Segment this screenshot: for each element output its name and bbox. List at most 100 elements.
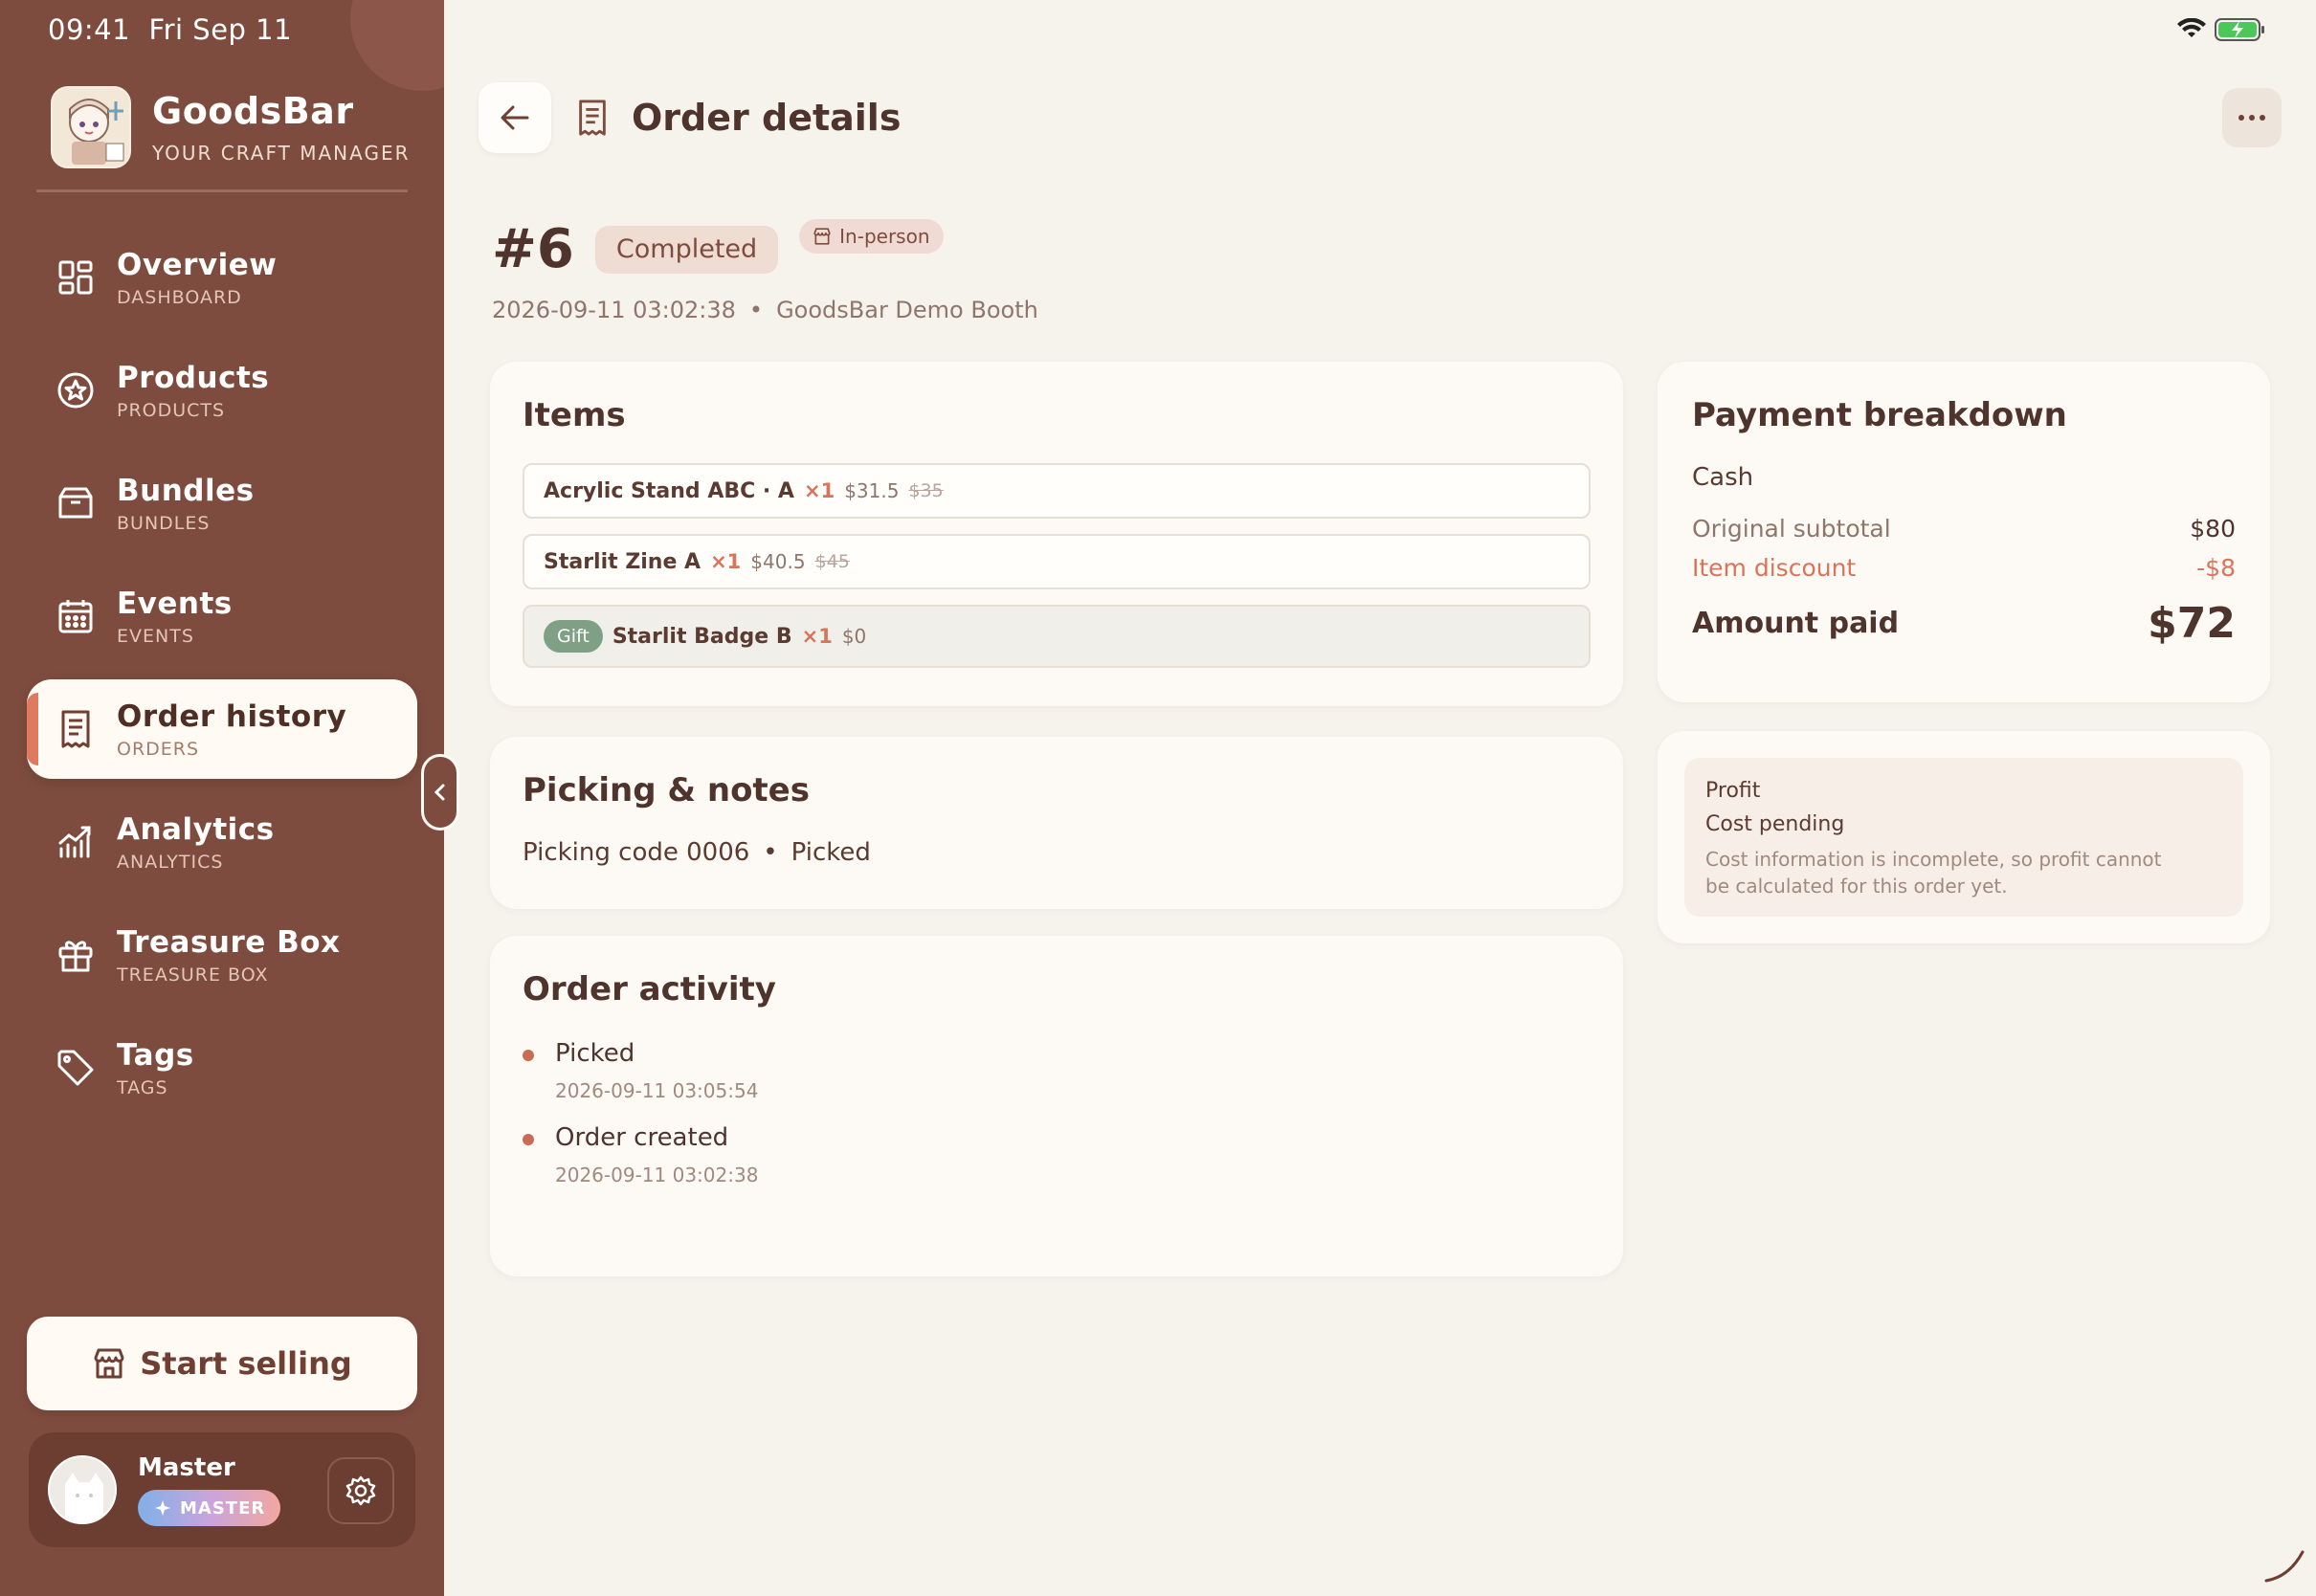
status-badge: Completed — [594, 225, 779, 274]
sidebar-item-tags[interactable]: Tags TAGS — [27, 1018, 417, 1118]
sidebar-item-overview[interactable]: Overview DASHBOARD — [27, 228, 417, 327]
picking-title: Picking & notes — [523, 771, 810, 809]
sidebar-item-sub: ORDERS — [117, 738, 200, 760]
role-badge: MASTER — [138, 1490, 281, 1526]
item-original-price: $45 — [814, 551, 850, 572]
brand-name: GoodsBar — [152, 90, 354, 132]
profit-panel: Profit Cost pending Cost information is … — [1684, 758, 2243, 917]
profit-note: Cost information is incomplete, so profi… — [1705, 848, 2162, 898]
activity-label: Picked — [555, 1039, 635, 1068]
status-icons — [2176, 17, 2266, 42]
list-item[interactable]: Acrylic Stand ABC · A ×1 $31.5 $35 — [523, 463, 1591, 519]
picking-info: Picking code 0006 • Picked — [523, 838, 1591, 867]
more-options-button[interactable] — [2222, 88, 2282, 147]
item-qty: ×1 — [801, 625, 833, 648]
sidebar-item-sub: BUNDLES — [117, 512, 211, 534]
picking-code: Picking code 0006 — [523, 838, 750, 867]
sidebar-item-sub: TAGS — [117, 1076, 168, 1098]
total-value: $72 — [2148, 599, 2236, 648]
activity-time: 2026-09-11 03:05:54 — [555, 1079, 759, 1102]
ellipsis-icon — [2238, 114, 2266, 122]
sidebar-item-label: Order history — [117, 698, 347, 734]
subtotal-label: Original subtotal — [1692, 515, 1891, 543]
sidebar-item-bundles[interactable]: Bundles BUNDLES — [27, 454, 417, 553]
sidebar-item-order-history[interactable]: Order history ORDERS — [27, 679, 417, 779]
receipt-icon — [54, 707, 98, 751]
back-button[interactable] — [479, 82, 551, 153]
item-original-price: $35 — [908, 480, 944, 501]
brand[interactable]: GoodsBar YOUR CRAFT MANAGER — [51, 86, 410, 168]
brand-tagline: YOUR CRAFT MANAGER — [152, 142, 411, 165]
payment-card: Payment breakdown Cash Original subtotal… — [1658, 362, 2270, 702]
sidebar-item-sub: EVENTS — [117, 625, 194, 647]
main-content: Order details #6 Completed In-person 202… — [444, 0, 2316, 1596]
profit-status: Cost pending — [1705, 812, 1845, 836]
total-row: Amount paid $72 — [1692, 599, 2236, 648]
activity-item: Picked 2026-09-11 03:05:54 — [523, 1039, 1591, 1102]
picking-status: Picked — [791, 838, 871, 867]
items-card: Items Acrylic Stand ABC · A ×1 $31.5 $35… — [490, 362, 1623, 706]
order-number: #6 — [492, 218, 574, 280]
sidebar-item-label: Analytics — [117, 811, 275, 847]
sidebar-item-label: Overview — [117, 247, 278, 282]
separator: • — [748, 297, 764, 323]
payment-method: Cash — [1692, 463, 1754, 492]
activity-item: Order created 2026-09-11 03:02:38 — [523, 1123, 1591, 1186]
role-badge-label: MASTER — [180, 1497, 266, 1518]
order-header: #6 Completed In-person — [492, 218, 944, 280]
order-location: GoodsBar Demo Booth — [776, 297, 1038, 323]
item-price: $40.5 — [750, 550, 806, 573]
sidebar-item-sub: PRODUCTS — [117, 399, 226, 421]
item-name: Starlit Badge B — [612, 624, 792, 649]
page-header: Order details — [479, 82, 901, 153]
settings-button[interactable] — [327, 1457, 394, 1524]
arrow-left-icon — [499, 103, 531, 132]
sidebar-item-label: Events — [117, 586, 233, 621]
activity-time: 2026-09-11 03:02:38 — [555, 1164, 759, 1186]
start-selling-button[interactable]: Start selling — [27, 1317, 417, 1410]
total-label: Amount paid — [1692, 607, 1900, 640]
page-title: Order details — [632, 97, 902, 139]
sidebar-item-analytics[interactable]: Analytics ANALYTICS — [27, 792, 417, 892]
sidebar: 09:41 Fri Sep 11 GoodsBar YOUR CRAFT MAN… — [0, 0, 444, 1596]
list-item[interactable]: Gift Starlit Badge B ×1 $0 — [523, 605, 1591, 668]
receipt-icon — [574, 97, 611, 139]
item-qty: ×1 — [803, 479, 835, 502]
activity-title: Order activity — [523, 970, 776, 1009]
avatar — [48, 1455, 117, 1524]
sidebar-item-label: Bundles — [117, 473, 255, 508]
sidebar-item-events[interactable]: Events EVENTS — [27, 566, 417, 666]
sidebar-item-products[interactable]: Products PRODUCTS — [27, 341, 417, 440]
item-qty: ×1 — [710, 550, 742, 573]
sidebar-item-sub: TREASURE BOX — [117, 964, 269, 986]
profit-title: Profit — [1705, 779, 1761, 803]
activity-card: Order activity Picked 2026-09-11 03:05:5… — [490, 936, 1623, 1276]
payment-title: Payment breakdown — [1692, 396, 2067, 434]
storefront-icon — [92, 1346, 126, 1381]
activity-label: Order created — [555, 1123, 729, 1152]
timeline-dot — [523, 1134, 534, 1145]
chevron-left-icon — [433, 782, 448, 803]
item-price: $31.5 — [844, 479, 900, 502]
subtotal-row: Original subtotal $80 — [1692, 515, 2236, 543]
sidebar-item-sub: ANALYTICS — [117, 851, 224, 873]
box-icon — [54, 481, 98, 525]
sidebar-item-treasure-box[interactable]: Treasure Box TREASURE BOX — [27, 905, 417, 1005]
grid-icon — [54, 255, 98, 299]
star-badge-icon — [54, 368, 98, 412]
channel-label: In-person — [839, 224, 930, 248]
app-logo-icon — [51, 86, 131, 168]
picking-card: Picking & notes Picking code 0006 • Picked — [490, 737, 1623, 909]
order-datetime: 2026-09-11 03:02:38 — [492, 297, 736, 323]
order-meta: 2026-09-11 03:02:38 • GoodsBar Demo Booth — [492, 297, 1038, 323]
item-name: Starlit Zine A — [544, 549, 701, 574]
separator: • — [763, 838, 778, 867]
sidebar-item-label: Tags — [117, 1037, 194, 1073]
chart-icon — [54, 820, 98, 864]
clock: 09:41 — [48, 13, 131, 46]
tag-icon — [54, 1046, 98, 1090]
collapse-sidebar-button[interactable] — [421, 754, 459, 831]
sparkle-icon — [153, 1498, 172, 1518]
list-item[interactable]: Starlit Zine A ×1 $40.5 $45 — [523, 534, 1591, 589]
user-card[interactable]: Master MASTER — [29, 1432, 415, 1547]
